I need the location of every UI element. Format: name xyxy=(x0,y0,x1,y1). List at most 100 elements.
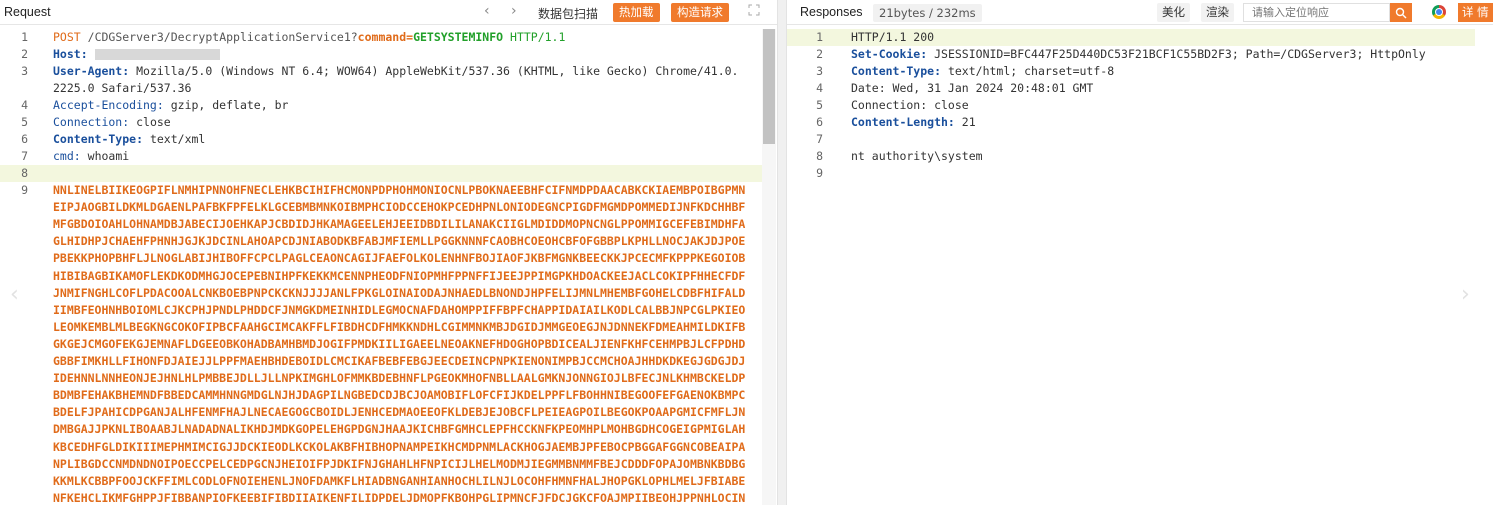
line-number: 1 xyxy=(21,30,28,44)
request-line: 7 cmd: whoami xyxy=(0,148,777,165)
next-arrow-icon[interactable]: › xyxy=(511,3,517,19)
line-number: 3 xyxy=(21,64,28,78)
line-number: 9 xyxy=(21,183,28,197)
payload-line: MFGBDOIOAHLOHNAMDBJABECIJOEHKAPJCBDIDJHK… xyxy=(53,217,746,232)
response-body: nt authority\system xyxy=(851,149,983,163)
line-number: 5 xyxy=(21,115,28,129)
connection-value: close xyxy=(136,115,171,129)
response-title: Responses xyxy=(800,5,863,19)
request-line: 2225.0 Safari/537.36 xyxy=(0,80,777,97)
set-cookie-value: JSESSIONID=BFC447F25D440DC53F21BCF1C55BD… xyxy=(934,47,1426,61)
prev-arrow-icon[interactable]: ‹ xyxy=(484,3,490,19)
user-agent-value-cont: 2225.0 Safari/537.36 xyxy=(53,81,192,95)
host-header-key: Host: xyxy=(53,47,88,61)
response-line: 8 nt authority\system xyxy=(787,148,1493,165)
render-button[interactable]: 渲染 xyxy=(1201,3,1234,22)
line-number: 4 xyxy=(21,98,28,112)
beautify-button[interactable]: 美化 xyxy=(1157,3,1190,22)
line-number: 6 xyxy=(816,115,823,129)
response-line: 5 Connection: close xyxy=(787,97,1493,114)
response-size-badge: 21bytes / 232ms xyxy=(873,4,982,22)
command-param-value: GETSYSTEMINFO xyxy=(413,30,504,44)
set-cookie-key: Set-Cookie: xyxy=(851,47,928,61)
payload-line: DMBGAJJPKNLIBOAABJLNADADNALIKHDJMDKGOPEL… xyxy=(53,422,746,437)
status-line: HTTP/1.1 200 xyxy=(851,30,935,44)
pane-divider[interactable] xyxy=(777,0,787,505)
request-line: 1 POST /CDGServer3/DecryptApplicationSer… xyxy=(0,29,777,46)
expand-icon[interactable] xyxy=(748,4,760,19)
request-line: 5 Connection: close xyxy=(0,114,777,131)
response-line: 7 xyxy=(787,131,1493,148)
response-search-input[interactable] xyxy=(1244,4,1389,21)
user-agent-value: Mozilla/5.0 (Windows NT 6.4; WOW64) Appl… xyxy=(136,64,739,78)
payload-line: NFKEHCLIKMFGHPPJFIBBANPIOFKEEBIFIBDIIAIK… xyxy=(53,490,746,505)
hot-load-button[interactable]: 热加载 xyxy=(613,3,660,22)
chrome-browser-icon[interactable] xyxy=(1432,5,1446,19)
cmd-header-value: whoami xyxy=(87,149,130,163)
line-number: 3 xyxy=(816,64,823,78)
request-toolbar: Request ‹ › 数据包扫描 热加载 构造请求 xyxy=(0,0,777,25)
line-number: 7 xyxy=(816,132,823,146)
payload-line: NNLINELBIIKEOGPIFLNMHIPNNOHFNECLEHKBCIHI… xyxy=(53,183,746,197)
http-method: POST xyxy=(53,30,81,44)
right-arrow-icon[interactable]: › xyxy=(1461,282,1470,307)
request-title: Request xyxy=(4,5,51,19)
request-line-highlighted: 8 xyxy=(0,165,762,182)
payload-line: GBBFIMKHLLFIHONFDJAIEJJLPPFMAEHBHDEBOIDL… xyxy=(53,354,746,368)
payload-line: GLHIDHPJCHAEHFPHNHJGJKJDCINLAHOAPCDJNIAB… xyxy=(53,234,746,249)
accept-encoding-value: gzip, deflate, br xyxy=(170,98,289,112)
line-number: 5 xyxy=(816,98,823,112)
payload-line: BDELFJPAHICDPGANJALHFENMFHAJLNECAEGOGCBO… xyxy=(53,405,746,420)
accept-encoding-key: Accept-Encoding: xyxy=(53,98,164,112)
connection-header: Connection: close xyxy=(851,98,969,112)
search-icon xyxy=(1395,7,1407,18)
cmd-header-key: cmd: xyxy=(53,149,81,163)
line-number: 9 xyxy=(816,166,823,180)
payload-line: IDEHNNLNNHEONJEJHNLHLPMBBEJDLLJLLNPKIMGH… xyxy=(53,371,746,386)
payload-line: IIMBFEOHNHBOIOMLCJKCPHJPNDLPHDDCFJNMGKDM… xyxy=(53,302,746,317)
payload-line: GKGEJCMGOFEKGJEMNAFLDGEEOBKOHADBAMHBMDJO… xyxy=(53,336,746,351)
content-type-value: text/html; charset=utf-8 xyxy=(947,64,1115,78)
response-toolbar: Responses 21bytes / 232ms 美化 渲染 详 情 xyxy=(787,0,1493,25)
connection-key: Connection: xyxy=(53,115,130,129)
response-line: 9 xyxy=(787,165,1493,182)
response-line: 4 Date: Wed, 31 Jan 2024 20:48:01 GMT xyxy=(787,80,1493,97)
payload-line: HIBIBAGBIKAMOFLEKDKODMHGJOCEPEBNIHPFKEKK… xyxy=(53,268,746,283)
redacted-host xyxy=(94,49,220,60)
command-param-key: command= xyxy=(357,30,414,44)
build-request-button[interactable]: 构造请求 xyxy=(671,3,729,22)
payload-line: JNMIFNGHLCOFLPDACOOALCNKBOEBPNPCKCKNJJJJ… xyxy=(53,285,746,300)
response-search-box[interactable] xyxy=(1243,3,1390,22)
response-line: 6 Content-Length: 21 xyxy=(787,114,1493,131)
payload-line: KKMLKCBBPFOOJCKFFIMLCODLOFNOIEHENLJNOFDA… xyxy=(53,473,746,488)
request-editor[interactable]: 1 POST /CDGServer3/DecryptApplicationSer… xyxy=(0,29,777,505)
response-editor[interactable]: 1 HTTP/1.1 200 2 Set-Cookie: JSESSIONID=… xyxy=(787,29,1493,505)
request-line: 3 User-Agent: Mozilla/5.0 (Windows NT 6.… xyxy=(0,63,777,80)
payload-line: NPLIBGDCCNMDNDNOIPOECCPELCEDPGCNJHEIOIFP… xyxy=(53,456,746,471)
request-line: 6 Content-Type: text/xml xyxy=(0,131,777,148)
content-type-key: Content-Type: xyxy=(851,64,942,78)
line-number: 1 xyxy=(816,30,823,44)
line-number: 6 xyxy=(21,132,28,146)
line-number: 7 xyxy=(21,149,28,163)
response-line: 3 Content-Type: text/html; charset=utf-8 xyxy=(787,63,1493,80)
line-number: 2 xyxy=(21,47,28,61)
request-pane: Request ‹ › 数据包扫描 热加载 构造请求 1 POST /CDGSe… xyxy=(0,0,777,505)
request-scrollbar[interactable] xyxy=(762,29,776,505)
response-pane: Responses 21bytes / 232ms 美化 渲染 详 情 1 HT… xyxy=(787,0,1493,505)
payload-line: KBCEDHFGLDIKIIIMEPHMIMCIGJJDCKIEODLKCKOL… xyxy=(53,439,746,454)
payload-line: BDMBFEHAKBHEMNDFBBEDCAMMHNNGMDGLNJHJDAGP… xyxy=(53,388,746,403)
scroll-thumb[interactable] xyxy=(763,29,775,144)
line-number: 8 xyxy=(816,149,823,163)
packet-scan-button[interactable]: 数据包扫描 xyxy=(538,5,598,22)
line-number: 8 xyxy=(21,166,28,180)
detail-button[interactable]: 详 情 xyxy=(1458,3,1493,22)
payload-line: EIPJAOGBILDKMLDGAENLPAFBKFPFELKLGCEBMBMN… xyxy=(53,200,746,215)
date-header: Date: Wed, 31 Jan 2024 20:48:01 GMT xyxy=(851,81,1094,95)
line-number: 2 xyxy=(816,47,823,61)
payload-line: LEOMKEMBLMLBEGKNGCOKOFIPBCFAAHGCIMCAKFFL… xyxy=(53,319,746,334)
left-arrow-icon[interactable]: ‹ xyxy=(10,282,19,307)
request-line: 4 Accept-Encoding: gzip, deflate, br xyxy=(0,97,777,114)
request-line: 2 Host: xyxy=(0,46,777,63)
search-button[interactable] xyxy=(1390,3,1412,22)
